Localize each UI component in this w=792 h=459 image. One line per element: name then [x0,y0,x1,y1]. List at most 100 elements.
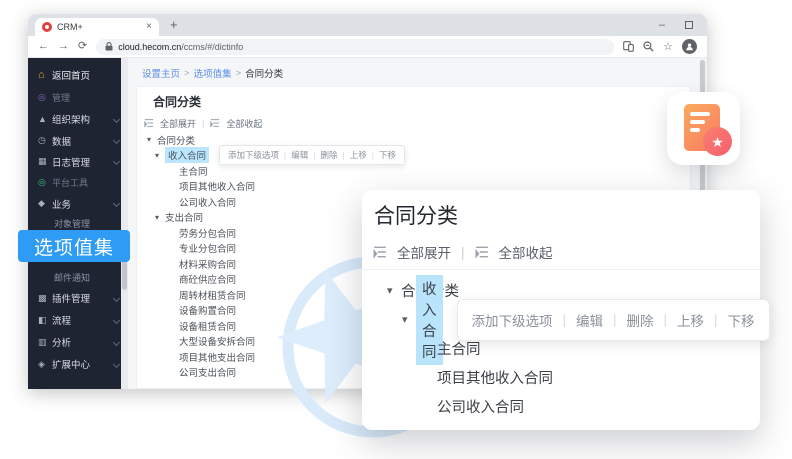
tree-item[interactable]: 主合同 [137,163,690,179]
context-menu-item[interactable]: 添加下级选项 [228,149,279,161]
panel-dict-tree: ▾合同分类▾收入合同添加下级选项|编辑|删除|上移|下移主合同项目其他收入合同公… [362,276,760,421]
tree-item-label[interactable]: 合同分类 [157,133,195,147]
sidebar-item-label: 扩展中心 [52,357,90,371]
sidebar-item-平台工具: ◎平台工具 [28,172,128,193]
tree-item[interactable]: 公司收入合同 [362,392,760,421]
context-menu-item[interactable]: 下移 [379,149,396,161]
address-field[interactable]: cloud.hecom.cn/ccms/#/dictinfo [96,39,614,55]
context-menu-item[interactable]: 上移 [677,310,704,330]
tree-item-label[interactable]: 公司收入合同 [179,195,236,209]
window-controls: – [659,14,693,36]
sidebar-item-管理: ◎管理 [28,86,128,108]
context-menu-item[interactable]: 上移 [350,149,367,161]
sidebar-item-分析[interactable]: ▥分析 [28,331,128,353]
data-icon: ◷ [38,135,52,146]
url-path: /ccms/#/dictinfo [181,42,243,52]
tree-item-label[interactable]: 收入合同 [165,147,209,163]
tab-title: CRM+ [57,22,83,32]
context-menu-separator: | [343,150,345,160]
sidebar-item-label: 对象管理 [54,217,90,230]
minimize-icon[interactable]: – [659,19,665,31]
sidebar-item-插件管理[interactable]: ▩插件管理 [28,287,128,309]
tree-item-label[interactable]: 公司支出合同 [179,365,236,379]
sidebar-item-label: 邮件通知 [54,271,90,284]
sidebar-item-数据[interactable]: ◷数据 [28,130,128,151]
caret-down-icon[interactable]: ▾ [402,313,416,326]
extension-icon: ◈ [38,359,52,370]
sidebar-item-label: 日志管理 [52,155,90,169]
reload-icon[interactable]: ⟳ [78,41,87,52]
home-icon: ⌂ [38,69,52,81]
send-to-device-icon[interactable] [623,41,634,52]
tree-item-label[interactable]: 主合同 [179,164,208,178]
panel-tree-toolbar: 全部展开 | 全部收起 [373,243,760,261]
tab-close-icon[interactable]: × [146,22,152,32]
zoom-out-icon[interactable] [643,41,654,52]
expand-all-button[interactable]: 全部展开 [160,117,196,130]
context-menu-separator: | [313,150,315,160]
caret-down-icon[interactable]: ▾ [387,284,401,297]
new-tab-button[interactable]: + [170,17,178,32]
tree-item-label[interactable]: 设备租赁合同 [179,319,236,333]
profile-avatar-icon[interactable] [682,39,697,54]
back-icon[interactable]: ← [38,41,49,52]
tree-item-label[interactable]: 项目其他收入合同 [437,367,553,388]
collapse-all-button[interactable]: 全部收起 [226,117,262,130]
breadcrumb: 设置主页 > 选项值集 > 合同分类 [142,66,283,80]
context-menu-item[interactable]: 删除 [627,310,654,330]
tree-item-label[interactable]: 材料采购合同 [179,257,236,271]
caret-down-icon[interactable]: ▾ [155,213,165,222]
caret-down-icon[interactable]: ▾ [155,151,165,160]
context-menu: 添加下级选项|编辑|删除|上移|下移 [219,145,405,165]
sidebar-item-日志管理[interactable]: ▦日志管理 [28,151,128,172]
forward-icon[interactable]: → [58,41,69,52]
tree-item-label[interactable]: 专业分包合同 [179,241,236,255]
tree-item-label[interactable]: 设备购置合同 [179,303,236,317]
sidebar-item-返回首页[interactable]: ⌂返回首页 [28,64,128,86]
tree-item-label[interactable]: 周转材租赁合同 [179,288,246,302]
sidebar-scrollbar[interactable] [121,58,128,389]
tree-item-label[interactable]: 主合同 [437,338,481,359]
tree-item-label[interactable]: 项目其他支出合同 [179,350,255,364]
app-sidebar: ⌂返回首页◎管理▲组织架构◷数据▦日志管理◎平台工具◆业务对象管理选项值集邮件通… [28,58,128,389]
collapse-all-icon [475,245,489,259]
tree-item-label[interactable]: 劳务分包合同 [179,226,236,240]
chevron-down-icon [113,338,120,345]
tree-item-label[interactable]: 项目其他收入合同 [179,179,255,193]
expand-all-button[interactable]: 全部展开 [397,242,451,262]
breadcrumb-link-home[interactable]: 设置主页 [142,66,180,80]
context-menu-separator: | [372,150,374,160]
bookmark-star-icon[interactable]: ☆ [663,40,673,53]
tree-item-label[interactable]: 公司收入合同 [437,396,524,417]
caret-down-icon[interactable]: ▾ [147,135,157,144]
sidebar-item-业务[interactable]: ◆业务 [28,193,128,214]
chevron-down-icon [113,316,120,323]
chevron-down-icon [113,360,120,367]
tree-item[interactable]: ▾收入合同添加下级选项|编辑|删除|上移|下移 [362,305,760,334]
context-menu-item[interactable]: 下移 [728,310,755,330]
sidebar-item-label: 业务 [52,197,71,211]
sidebar-item-邮件通知[interactable]: 邮件通知 [28,268,128,287]
tree-item[interactable]: 项目其他收入合同 [362,363,760,392]
collapse-all-button[interactable]: 全部收起 [499,242,553,262]
breadcrumb-link-dict[interactable]: 选项值集 [194,66,232,80]
tree-item-label[interactable]: 大型设备安拆合同 [179,334,255,348]
context-menu-separator: | [563,312,567,327]
sidebar-item-扩展中心[interactable]: ◈扩展中心 [28,353,128,375]
sidebar-scrollbar-thumb[interactable] [122,258,127,290]
context-menu-item[interactable]: 编辑 [291,149,308,161]
browser-tab[interactable]: CRM+ × [35,18,159,36]
sidebar-item-label: 插件管理 [52,291,90,305]
context-menu-item[interactable]: 删除 [320,149,337,161]
sidebar-item-组织架构[interactable]: ▲组织架构 [28,108,128,130]
tree-item-label[interactable]: 支出合同 [165,210,203,224]
context-menu-item[interactable]: 添加下级选项 [472,310,553,330]
tree-toolbar: 全部展开 | 全部收起 [144,117,690,129]
tree-item[interactable]: ▾收入合同添加下级选项|编辑|删除|上移|下移 [137,148,690,164]
sidebar-item-流程[interactable]: ◧流程 [28,309,128,331]
context-menu: 添加下级选项|编辑|删除|上移|下移 [457,299,770,341]
context-menu-item[interactable]: 编辑 [576,310,603,330]
maximize-icon[interactable] [685,21,693,29]
sidebar-item-label: 分析 [52,335,71,349]
tree-item-label[interactable]: 商砼供应合同 [179,272,236,286]
